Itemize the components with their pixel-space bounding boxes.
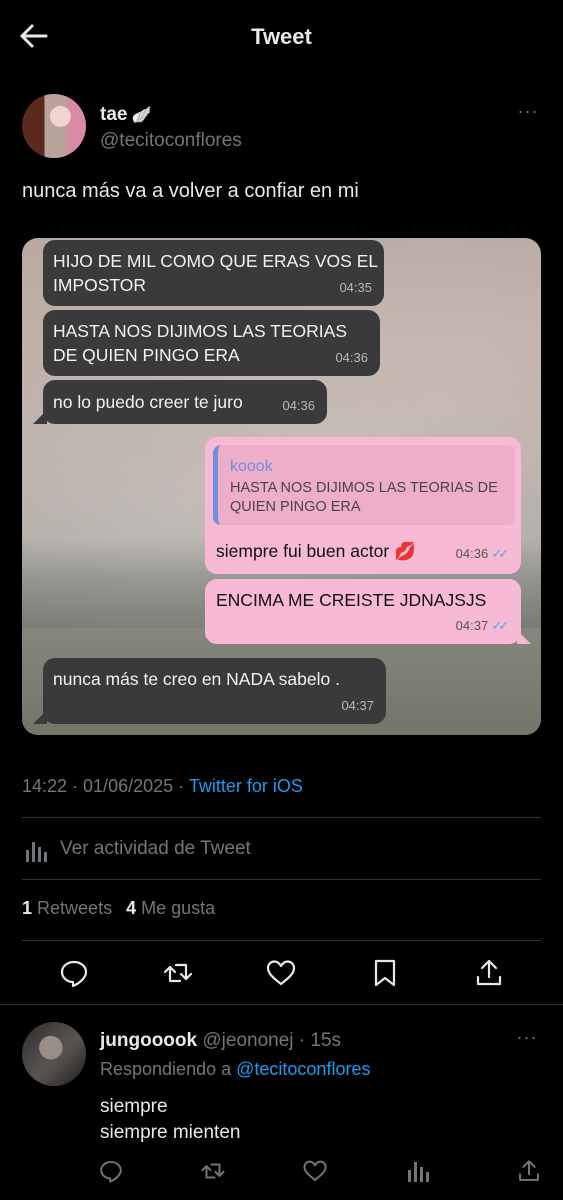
display-name-text: tae: [100, 104, 128, 125]
divider: [22, 940, 541, 941]
top-bar: Tweet: [0, 0, 563, 72]
wing-icon: 🪽: [131, 107, 152, 124]
chat-message-outgoing: ENCIMA ME CREISTE JDNAJSJS 04:37 ✓✓: [205, 579, 531, 644]
bookmark-icon[interactable]: [369, 957, 401, 989]
quote-author: koook: [230, 458, 273, 475]
message-text: siempre fui buen actor 💋: [216, 541, 416, 561]
chat-message-incoming: HIJO DE MIL COMO QUE ERAS VOS EL IMPOSTO…: [43, 240, 384, 306]
tweet-media-image[interactable]: HIJO DE MIL COMO QUE ERAS VOS EL IMPOSTO…: [22, 238, 541, 735]
divider: [22, 817, 541, 818]
back-arrow-icon[interactable]: [18, 22, 50, 50]
chat-message-incoming: no lo puedo creer te juro 04:36: [33, 380, 327, 424]
message-text: ENCIMA ME CREISTE JDNAJSJS: [216, 590, 487, 610]
author-display-name[interactable]: tae 🪽: [100, 104, 151, 126]
message-time: 04:36 ✓✓: [455, 542, 509, 566]
reply-icon[interactable]: [98, 1158, 124, 1184]
chat-message-incoming: HASTA NOS DIJIMOS LAS TEORIAS DE QUIEN P…: [43, 310, 380, 376]
tweet-timestamp: 14:22 · 01/06/2025: [22, 776, 174, 796]
bubble-tail: [33, 410, 47, 424]
likes-label: Me gusta: [141, 898, 216, 918]
message-text: nunca más te creo en NADA sabelo .: [53, 669, 340, 689]
reply-line: siempre mienten: [100, 1122, 241, 1143]
divider: [22, 879, 541, 880]
share-icon[interactable]: [473, 957, 505, 989]
more-options-icon[interactable]: ···: [513, 1028, 541, 1048]
avatar[interactable]: [22, 94, 86, 158]
reply-tweet[interactable]: jungooook @jeononej · 15s ··· Respondien…: [22, 1022, 541, 1200]
chat-message-incoming: nunca más te creo en NADA sabelo . 04:37: [33, 658, 386, 724]
author-handle[interactable]: @tecitoconflores: [100, 130, 242, 152]
page-title: Tweet: [251, 24, 312, 49]
time-text: 04:36: [455, 546, 489, 561]
activity-label: Ver actividad de Tweet: [60, 838, 251, 859]
likes-stat[interactable]: 4 Me gusta: [126, 898, 215, 918]
retweet-icon[interactable]: [200, 1158, 226, 1184]
bubble-tail: [33, 710, 47, 724]
like-icon[interactable]: [302, 1158, 328, 1184]
quoted-message: koook HASTA NOS DIJIMOS LAS TEORIAS DE Q…: [213, 445, 515, 525]
tweet-text: nunca más va a volver a confiar en mi: [22, 180, 359, 202]
tweet-stats: 1 Retweets 4 Me gusta: [22, 898, 215, 919]
time-text: 04:37: [455, 618, 489, 633]
share-icon[interactable]: [516, 1158, 542, 1184]
analytics-icon[interactable]: [406, 1158, 432, 1184]
retweets-stat[interactable]: 1 Retweets: [22, 898, 112, 918]
replying-mention-link[interactable]: @tecitoconflores: [236, 1059, 370, 1079]
divider: [0, 1004, 563, 1005]
message-text: no lo puedo creer te juro: [53, 392, 243, 412]
tweet-source-link[interactable]: Twitter for iOS: [189, 776, 303, 796]
tweet-meta: 14:22 · 01/06/2025 · Twitter for iOS: [22, 776, 303, 797]
meta-separator: ·: [173, 776, 189, 796]
replying-prefix: Respondiendo a: [100, 1059, 232, 1079]
message-time: 04:36: [335, 350, 368, 365]
reply-author[interactable]: jungooook @jeononej · 15s: [100, 1030, 341, 1052]
likes-count: 4: [126, 898, 137, 918]
reply-icon[interactable]: [58, 957, 90, 989]
reply-display-name: jungooook: [100, 1030, 198, 1051]
bubble-tail: [517, 630, 531, 644]
message-time: 04:37: [341, 698, 374, 713]
retweets-count: 1: [22, 898, 33, 918]
reply-text: siempre siempre mienten: [100, 1094, 240, 1146]
message-text: HASTA NOS DIJIMOS LAS TEORIAS DE QUIEN P…: [53, 321, 348, 365]
message-text: HIJO DE MIL COMO QUE ERAS VOS EL IMPOSTO…: [53, 251, 378, 295]
tweet-activity-button[interactable]: Ver actividad de Tweet: [22, 836, 541, 864]
retweet-icon[interactable]: [162, 957, 194, 989]
read-checks-icon: ✓✓: [491, 618, 509, 633]
message-time: 04:35: [339, 280, 372, 295]
message-time: 04:37 ✓✓: [455, 614, 509, 638]
quote-text: HASTA NOS DIJIMOS LAS TEORIAS DE QUIEN P…: [230, 480, 498, 515]
reply-line: siempre: [100, 1096, 168, 1117]
like-icon[interactable]: [265, 957, 297, 989]
reply-handle-time: @jeononej · 15s: [202, 1030, 342, 1051]
avatar[interactable]: [22, 1022, 86, 1086]
chat-message-outgoing: koook HASTA NOS DIJIMOS LAS TEORIAS DE Q…: [205, 437, 521, 574]
tweet-author: tae 🪽 @tecitoconflores ···: [22, 94, 542, 160]
read-checks-icon: ✓✓: [491, 546, 509, 561]
message-time: 04:36: [282, 398, 315, 413]
more-options-icon[interactable]: ···: [514, 102, 542, 122]
replying-to: Respondiendo a @tecitoconflores: [100, 1059, 370, 1080]
retweets-label: Retweets: [37, 898, 113, 918]
analytics-icon: [26, 842, 47, 862]
